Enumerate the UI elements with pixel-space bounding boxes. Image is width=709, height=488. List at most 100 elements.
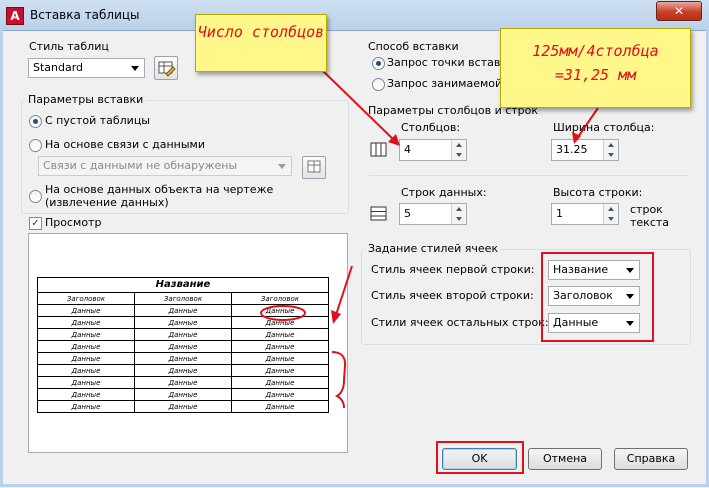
data-rows-spinner[interactable]: 5: [399, 203, 467, 225]
row-height-spinner[interactable]: 1: [551, 203, 619, 225]
first-row-style-value: Название: [553, 263, 609, 276]
data-rows-spinner-buttons: [451, 204, 466, 224]
window-title: Вставка таблицы: [30, 8, 140, 22]
preview-header-cell: Заголовок: [134, 292, 232, 305]
preview-data-cell: Данные: [37, 328, 135, 341]
table-style-value: Standard: [33, 61, 84, 74]
preview-data-cell: Данные: [37, 400, 135, 413]
table-style-label: Стиль таблиц: [29, 40, 109, 53]
table-style-combo[interactable]: Standard: [28, 58, 145, 78]
preview-data-cell: Данные: [231, 388, 329, 401]
preview-data-cell: Данные: [134, 304, 232, 317]
preview-data-cell: Данные: [134, 328, 232, 341]
chevron-down-icon: [131, 66, 139, 71]
chevron-down-icon: [626, 294, 634, 299]
radio-object-data[interactable]: [29, 190, 42, 203]
preview-checkbox[interactable]: ✓: [29, 217, 42, 230]
columns-spinner-buttons: [451, 140, 466, 160]
data-link-icon: [307, 160, 321, 173]
preview-data-cell: Данные: [231, 364, 329, 377]
chevron-down-icon: [626, 268, 634, 273]
preview-data-cell: Данные: [134, 388, 232, 401]
autocad-app-icon: A: [6, 7, 24, 25]
insert-options-title: Параметры вставки: [25, 93, 147, 106]
callout-columns: Число столбцов: [195, 14, 327, 72]
data-link-manager-button[interactable]: [302, 156, 326, 179]
preview-data-cell: Данные: [231, 340, 329, 353]
row-height-spinner-buttons: [603, 204, 618, 224]
preview-data-cell: Данные: [134, 364, 232, 377]
columns-spinner[interactable]: 4: [399, 139, 467, 161]
cell-styles-title: Задание стилей ячеек: [365, 242, 502, 255]
radio-data-link[interactable]: [29, 139, 42, 152]
preview-data-cell: Данные: [37, 388, 135, 401]
preview-data-cell: Данные: [37, 352, 135, 365]
data-rows-value: 5: [404, 207, 411, 220]
preview-table: Название Заголовок Заголовок Заголовок Д…: [37, 277, 329, 413]
row-height-label: Высота строки:: [553, 186, 643, 199]
preview-data-cell: Данные: [231, 304, 329, 317]
preview-data-cell: Данные: [231, 352, 329, 365]
preview-data-cell: Данные: [37, 364, 135, 377]
radio-insert-area[interactable]: [372, 78, 385, 91]
radio-empty-table-label: С пустой таблицы: [45, 114, 150, 127]
radio-insert-point[interactable]: [372, 57, 385, 70]
spin-down-icon[interactable]: [604, 150, 618, 160]
rows-icon: [370, 206, 387, 221]
preview-data-cell: Данные: [134, 376, 232, 389]
callout-column-width: 125мм/4столбца =31,25 мм: [500, 28, 691, 108]
preview-data-cell: Данные: [134, 340, 232, 353]
radio-object-data-label: На основе данных объекта на чертеже (изв…: [45, 183, 274, 209]
preview-header-cell: Заголовок: [37, 292, 135, 305]
preview-label: Просмотр: [45, 216, 102, 229]
preview-title-cell: Название: [37, 277, 329, 293]
preview-data-cell: Данные: [134, 316, 232, 329]
table-style-edit-icon: [158, 61, 176, 77]
row-height-unit: строк текста: [630, 203, 670, 229]
column-width-value: 31.25: [556, 143, 588, 156]
other-rows-style-value: Данные: [553, 316, 599, 329]
data-link-combo[interactable]: Связи с данными не обнаружены: [38, 156, 292, 176]
preview-data-cell: Данные: [231, 400, 329, 413]
column-width-spinner-buttons: [603, 140, 618, 160]
column-width-label: Ширина столбца:: [553, 121, 655, 134]
preview-data-cell: Данные: [37, 304, 135, 317]
table-style-dialog-button[interactable]: [154, 56, 178, 80]
preview-data-cell: Данные: [37, 340, 135, 353]
second-row-style-label: Стиль ячеек второй строки:: [371, 289, 534, 302]
divider: [369, 175, 689, 176]
preview-data-cell: Данные: [134, 352, 232, 365]
columns-value: 4: [404, 143, 411, 156]
ok-button[interactable]: OK: [442, 448, 517, 470]
help-button[interactable]: Справка: [614, 448, 688, 470]
data-link-combo-value: Связи с данными не обнаружены: [43, 159, 238, 172]
chevron-down-icon: [278, 164, 286, 169]
first-row-style-combo[interactable]: Название: [548, 260, 640, 280]
preview-data-cell: Данные: [134, 400, 232, 413]
preview-data-cell: Данные: [231, 316, 329, 329]
preview-data-cell: Данные: [231, 328, 329, 341]
first-row-style-label: Стиль ячеек первой строки:: [371, 263, 535, 276]
cancel-button[interactable]: Отмена: [528, 448, 602, 470]
row-height-value: 1: [556, 207, 563, 220]
insert-method-title: Способ вставки: [368, 40, 459, 53]
preview-data-cell: Данные: [37, 376, 135, 389]
other-rows-style-label: Стили ячеек остальных строк:: [371, 316, 549, 329]
second-row-style-combo[interactable]: Заголовок: [548, 286, 640, 306]
columns-label: Столбцов:: [401, 121, 461, 134]
chevron-down-icon: [626, 321, 634, 326]
other-rows-style-combo[interactable]: Данные: [548, 313, 640, 333]
close-button[interactable]: ✕: [656, 1, 702, 21]
radio-empty-table[interactable]: [29, 115, 42, 128]
preview-header-cell: Заголовок: [231, 292, 329, 305]
preview-data-cell: Данные: [37, 316, 135, 329]
preview-pane: Название Заголовок Заголовок Заголовок Д…: [28, 233, 348, 453]
radio-insert-point-label: Запрос точки вставки: [387, 56, 515, 69]
column-width-spinner[interactable]: 31.25: [551, 139, 619, 161]
data-rows-label: Строк данных:: [401, 186, 487, 199]
second-row-style-value: Заголовок: [553, 289, 613, 302]
spin-down-icon[interactable]: [452, 150, 466, 160]
spin-down-icon[interactable]: [452, 214, 466, 224]
spin-down-icon[interactable]: [604, 214, 618, 224]
columns-icon: [370, 142, 387, 157]
